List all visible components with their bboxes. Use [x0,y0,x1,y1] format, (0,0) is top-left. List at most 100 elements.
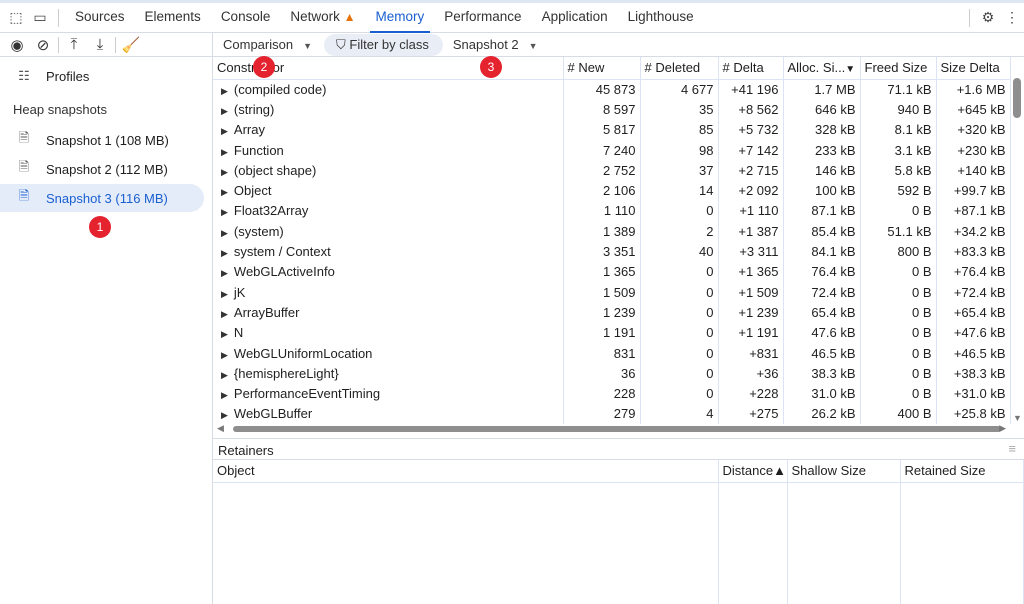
column-freed-size[interactable]: Freed Size [860,57,937,80]
table-row[interactable]: ▶ WebGLBuffer 279 4 +275 26.2 kB 400 B +25.8 kB [213,403,1011,425]
expand-triangle-icon[interactable]: ▶ [221,207,228,217]
column-shallow-size[interactable]: Shallow Size [787,460,901,483]
tab-network[interactable]: Network ▲ [280,3,365,33]
filter-by-class-input[interactable]: ⛉ Filter by class [324,33,443,56]
sidebar-item-snapshot-1[interactable]: 🗎 Snapshot 1 (108 MB) [0,126,204,154]
inspect-element-icon[interactable]: ⬚ [4,9,28,26]
more-options-icon[interactable]: ⋮ [1000,9,1024,26]
scrollbar-thumb[interactable] [1013,78,1021,118]
expand-triangle-icon[interactable]: ▶ [221,410,228,420]
table-row[interactable]: ▶ (object shape) 2 752 37 +2 715 146 kB 5.8 kB… [213,160,1011,181]
cell-constructor: ▶ Object [213,180,564,201]
expand-triangle-icon[interactable]: ▶ [221,86,228,96]
save-profile-icon[interactable]: ⤓ [89,36,111,53]
table-row[interactable]: ▶ system / Context 3 351 40 +3 311 84.1 kB 800… [213,241,1011,262]
settings-gear-icon[interactable]: ⚙ [976,9,1000,26]
scroll-down-icon[interactable]: ▼ [1013,413,1022,423]
table-row[interactable]: ▶ (string) 8 597 35 +8 562 646 kB 940 B +645 kB [213,99,1011,120]
record-icon[interactable]: ◉ [6,36,28,54]
constructor-name: WebGLUniformLocation [233,345,373,361]
expand-triangle-icon[interactable]: ▶ [221,329,228,339]
table-row[interactable]: ▶ jK 1 509 0 +1 509 72.4 kB 0 B +72.4 kB [213,281,1011,303]
table-row[interactable]: ▶ {hemisphereLight} 36 0 +36 38.3 kB 0 B +38.3 … [213,363,1011,384]
snapshot-label: Snapshot 1 (108 MB) [46,132,169,148]
view-select[interactable]: Comparison ▼ [213,37,322,52]
sidebar-item-snapshot-2[interactable]: 🗎 Snapshot 2 (112 MB) [0,155,204,183]
constructor-name: Function [233,142,284,158]
expand-triangle-icon[interactable]: ▶ [221,126,228,136]
table-row[interactable]: ▶ N 1 191 0 +1 191 47.6 kB 0 B +47.6 kB [213,322,1011,343]
table-row[interactable]: ▶ ArrayBuffer 1 239 0 +1 239 65.4 kB 0 B +65.4 … [213,302,1011,323]
snapshot-toolbar: Comparison ▼ ⛉ Filter by class Snapshot 2… [213,33,1024,57]
cell-freed-size: 51.1 kB [860,221,937,242]
tab-sources[interactable]: Sources [65,3,135,33]
resize-handle-icon[interactable]: ≡ [1008,441,1016,456]
table-row[interactable]: ▶ WebGLUniformLocation 831 0 +831 46.5 kB 0 B +… [213,342,1011,364]
cell-constructor: ▶ Array [213,119,564,140]
table-row[interactable]: ▶ Array 5 817 85 +5 732 328 kB 8.1 kB +320 kB [213,119,1011,140]
cell-size-delta: +645 kB [936,99,1011,120]
sidebar-item-snapshot-3[interactable]: 🗎 Snapshot 3 (116 MB) [0,184,204,212]
snapshot-file-icon: 🗎 [18,159,30,174]
vertical-scrollbar[interactable]: ▲ ▼ [1010,76,1024,423]
table-row[interactable]: ▶ WebGLActiveInfo 1 365 0 +1 365 76.4 kB 0 B +7… [213,261,1011,282]
cell-alloc-size: 100 kB [783,180,861,201]
cell-constructor: ▶ (object shape) [213,160,564,181]
table-row[interactable]: ▶ (system) 1 389 2 +1 387 85.4 kB 51.1 kB +34.2… [213,221,1011,242]
expand-triangle-icon[interactable]: ▶ [221,268,228,278]
tab-performance[interactable]: Performance [434,3,531,33]
tab-lighthouse[interactable]: Lighthouse [618,3,704,33]
cell-freed-size: 800 B [860,241,937,262]
view-select-value: Comparison [223,37,294,52]
tab-application[interactable]: Application [532,3,618,33]
table-row[interactable]: ▶ (compiled code) 45 873 4 677 +41 196 1.7 MB… [213,79,1011,100]
expand-triangle-icon[interactable]: ▶ [221,187,228,197]
cell-size-delta: +34.2 kB [936,221,1011,242]
cell-freed-size: 5.8 kB [860,160,937,181]
column-deleted[interactable]: # Deleted [640,57,719,80]
table-row[interactable]: ▶ Function 7 240 98 +7 142 233 kB 3.1 kB +230 k… [213,139,1011,161]
collect-garbage-icon[interactable]: 🧹 [120,36,142,54]
snapshot-label: Snapshot 3 (116 MB) [46,190,168,206]
cell-size-delta: +99.7 kB [936,180,1011,201]
expand-triangle-icon[interactable]: ▶ [221,309,228,319]
column-object[interactable]: Object [213,460,719,483]
tab-elements[interactable]: Elements [135,3,211,33]
expand-triangle-icon[interactable]: ▶ [221,350,228,360]
column-distance[interactable]: Distance▲ [718,460,788,483]
scroll-left-icon[interactable]: ◀ [217,423,224,434]
cell-size-delta: +25.8 kB [936,403,1011,425]
expand-triangle-icon[interactable]: ▶ [221,167,228,177]
tab-memory[interactable]: Memory [366,3,435,33]
chevron-down-icon: ▼ [303,41,313,51]
table-row[interactable]: ▶ Object 2 106 14 +2 092 100 kB 592 B +99.7 kB [213,180,1011,201]
column-alloc-size[interactable]: Alloc. Si...▼ [783,57,861,80]
column-new[interactable]: # New [563,57,641,80]
device-toolbar-icon[interactable]: ▭ [28,9,52,26]
retainers-label: Retainers [218,443,274,458]
tab-console[interactable]: Console [211,3,281,33]
base-snapshot-select[interactable]: Snapshot 2 ▼ [443,37,548,52]
load-profile-icon[interactable]: ⤒ [63,36,85,53]
cell-delta: +36 [718,363,784,384]
expand-triangle-icon[interactable]: ▶ [221,147,228,157]
expand-triangle-icon[interactable]: ▶ [221,106,228,116]
cell-deleted: 0 [640,322,719,343]
cell-alloc-size: 328 kB [783,119,861,140]
column-delta[interactable]: # Delta [718,57,784,80]
expand-triangle-icon[interactable]: ▶ [221,390,228,400]
scroll-right-icon[interactable]: ▶ [999,423,1006,434]
snapshot-file-icon: 🗎 [18,130,30,145]
table-row[interactable]: ▶ Float32Array 1 110 0 +1 110 87.1 kB 0 B +87.1… [213,200,1011,222]
table-row[interactable]: ▶ PerformanceEventTiming 228 0 +228 31.0 kB 0 … [213,383,1011,404]
expand-triangle-icon[interactable]: ▶ [221,370,228,380]
column-retained-size[interactable]: Retained Size [900,460,1024,483]
expand-triangle-icon[interactable]: ▶ [221,289,228,299]
expand-triangle-icon[interactable]: ▶ [221,228,228,238]
expand-triangle-icon[interactable]: ▶ [221,248,228,258]
column-size-delta[interactable]: Size Delta [936,57,1011,80]
clear-icon[interactable]: ⊘ [32,36,54,54]
scrollbar-thumb[interactable] [233,426,1001,432]
sidebar-item-profiles[interactable]: ☷ Profiles [0,62,204,90]
horizontal-scrollbar[interactable]: ◀ ▶ [213,423,1010,435]
